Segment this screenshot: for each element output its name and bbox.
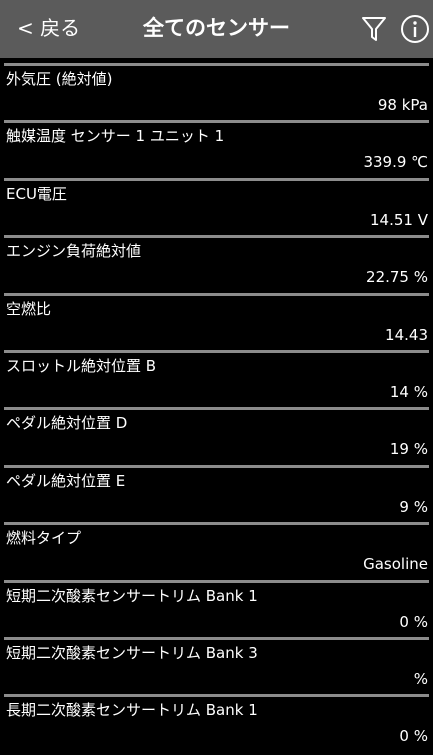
- row-divider: [4, 636, 429, 640]
- sensor-label: 外気圧 (絶対値): [6, 70, 113, 88]
- sensor-value: 14.51 V: [370, 210, 428, 229]
- sensor-value: 19 %: [389, 440, 428, 459]
- sensor-value: %: [413, 669, 428, 688]
- row-divider: [4, 235, 429, 239]
- sensor-row[interactable]: エンジン負荷絶対値 22.75 %: [0, 230, 433, 287]
- sensor-value: 98 kPa: [377, 96, 428, 114]
- sensor-value: 14.43: [385, 325, 428, 344]
- sensor-value: Gasoline: [363, 555, 428, 574]
- sensor-label: エンジン負荷絶対値: [6, 242, 142, 261]
- row-divider: [4, 349, 429, 353]
- sensor-row[interactable]: 長期二次酸素センサートリム Bank 1 0 %: [0, 689, 433, 746]
- sensor-value: 22.75 %: [366, 268, 428, 287]
- row-divider: [4, 522, 429, 526]
- sensor-label: 空燃比: [6, 299, 52, 318]
- sensor-value: 0 %: [399, 612, 428, 631]
- sensor-row[interactable]: 外気圧 (絶対値) 98 kPa: [0, 58, 433, 115]
- sensor-value: 14 %: [389, 382, 428, 401]
- sensor-label: 触媒温度 センサー 1 ユニット 1: [6, 127, 225, 146]
- sensor-row[interactable]: 触媒温度 センサー 1 ユニット 1 339.9 ℃: [0, 115, 433, 172]
- row-divider: [4, 694, 429, 698]
- app-header: < 戻る 全てのセンサー: [0, 0, 433, 58]
- filter-icon[interactable]: [361, 15, 387, 43]
- sensor-label: ペダル絶対位置 D: [6, 414, 128, 433]
- row-divider: [4, 120, 429, 124]
- row-divider: [4, 63, 429, 66]
- sensor-label: 燃料タイプ: [6, 529, 82, 548]
- sensor-list[interactable]: 外気圧 (絶対値) 98 kPa 触媒温度 センサー 1 ユニット 1 339.…: [0, 58, 433, 747]
- sensor-row[interactable]: ペダル絶対位置 D 19 %: [0, 402, 433, 459]
- row-divider: [4, 407, 429, 411]
- sensor-label: ECU電圧: [6, 184, 67, 203]
- sensor-row[interactable]: ペダル絶対位置 E 9 %: [0, 460, 433, 517]
- sensor-label: スロットル絶対位置 B: [6, 356, 157, 375]
- sensor-row[interactable]: 短期二次酸素センサートリム Bank 1 0 %: [0, 575, 433, 632]
- sensor-row[interactable]: ECU電圧 14.51 V: [0, 173, 433, 230]
- sensor-label: ペダル絶対位置 E: [6, 471, 126, 490]
- row-divider: [4, 579, 429, 583]
- row-divider: [4, 177, 429, 181]
- row-divider: [4, 292, 429, 296]
- sensor-row[interactable]: スロットル絶対位置 B 14 %: [0, 345, 433, 402]
- info-icon[interactable]: [400, 14, 430, 44]
- sensor-value: 339.9 ℃: [363, 153, 428, 172]
- sensor-label: 短期二次酸素センサートリム Bank 3: [6, 643, 258, 662]
- sensor-value: 9 %: [399, 497, 428, 516]
- sensor-row[interactable]: 燃料タイプ Gasoline: [0, 517, 433, 574]
- sensor-row[interactable]: 空燃比 14.43: [0, 288, 433, 345]
- sensor-label: 短期二次酸素センサートリム Bank 1: [6, 586, 258, 605]
- sensor-label: 長期二次酸素センサートリム Bank 1: [6, 701, 258, 720]
- sensor-value: 0 %: [399, 727, 428, 746]
- sensor-row[interactable]: 短期二次酸素センサートリム Bank 3 %: [0, 632, 433, 689]
- row-divider: [4, 464, 429, 468]
